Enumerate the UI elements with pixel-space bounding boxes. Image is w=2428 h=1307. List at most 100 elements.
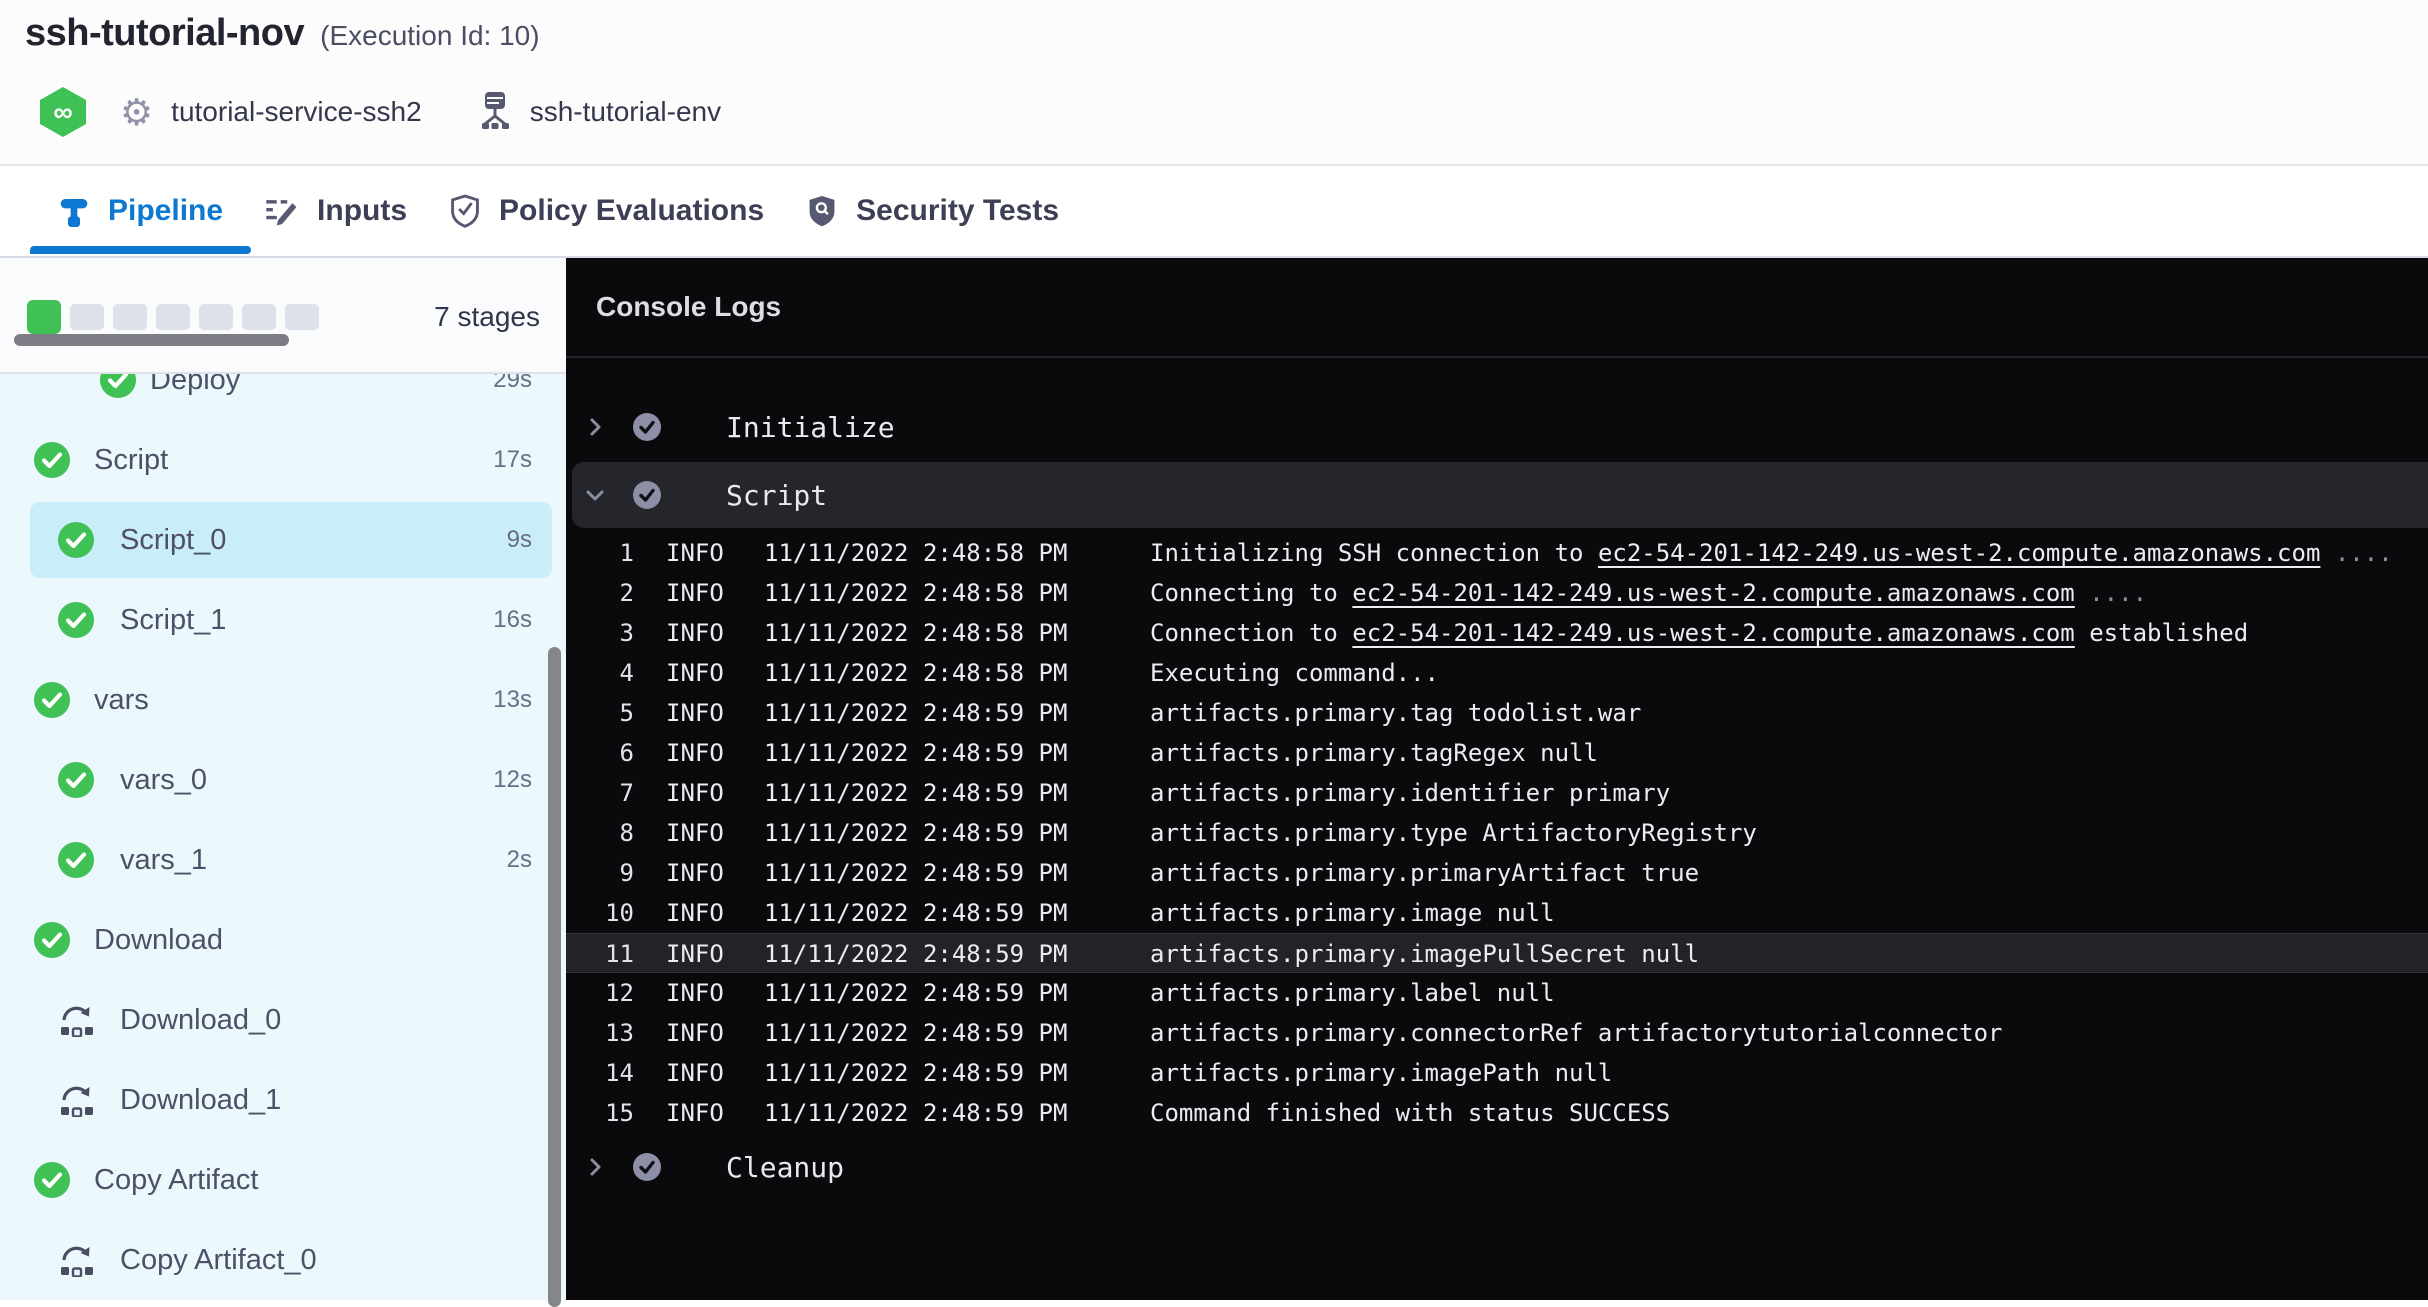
log-line: 10INFO11/11/2022 2:48:59 PMartifacts.pri… [566, 893, 2428, 933]
log-message: artifacts.primary.connectorRef artifacto… [1150, 1013, 2003, 1053]
console-section-cleanup[interactable]: Cleanup [566, 1138, 2428, 1196]
log-timestamp: 11/11/2022 2:48:59 PM [764, 693, 1067, 733]
tab-policy-evaluations[interactable]: Policy Evaluations [449, 166, 764, 256]
stage-label: Deploy [150, 372, 240, 397]
log-message: artifacts.primary.type ArtifactoryRegist… [1150, 813, 1757, 853]
stage-row-copy-artifact[interactable]: Copy Artifact [0, 1140, 566, 1220]
stages-sidebar: 7 stages Deploy29s Script17s Script_09s … [0, 258, 566, 1300]
chevron-right-icon[interactable] [584, 1156, 606, 1178]
environment-name[interactable]: ssh-tutorial-env [530, 96, 721, 128]
log-timestamp: 11/11/2022 2:48:59 PM [764, 813, 1067, 853]
stage-square-pending [156, 304, 190, 330]
stage-progress-squares [27, 300, 319, 334]
log-level: INFO [666, 1093, 724, 1133]
log-host-link[interactable]: ec2-54-201-142-249.us-west-2.compute.ama… [1352, 619, 2074, 647]
log-line: 9INFO11/11/2022 2:48:59 PMartifacts.prim… [566, 853, 2428, 893]
log-timestamp: 11/11/2022 2:48:58 PM [764, 613, 1067, 653]
log-line: 4INFO11/11/2022 2:48:58 PMExecuting comm… [566, 653, 2428, 693]
log-line-number: 8 [566, 813, 634, 853]
log-line: 3INFO11/11/2022 2:48:58 PMConnection to … [566, 613, 2428, 653]
console-title: Console Logs [596, 291, 781, 323]
inputs-icon [265, 195, 299, 227]
pipeline-icon [58, 195, 90, 227]
loop-strategy-icon [58, 1003, 96, 1037]
console-section-script[interactable]: Script [572, 462, 2428, 528]
stage-label: Copy Artifact_0 [120, 1244, 317, 1277]
service-name[interactable]: tutorial-service-ssh2 [171, 96, 422, 128]
stage-row-vars_1[interactable]: vars_12s [0, 820, 566, 900]
stage-row-download[interactable]: Download [0, 900, 566, 980]
success-check-icon [100, 372, 136, 398]
stage-row-vars_0[interactable]: vars_0 12s [0, 740, 566, 820]
log-timestamp: 11/11/2022 2:48:59 PM [764, 733, 1067, 773]
stage-row-deploy[interactable]: Deploy29s [0, 372, 566, 420]
success-check-icon [34, 682, 70, 718]
page-title: ssh-tutorial-nov [25, 12, 304, 55]
log-message: artifacts.primary.imagePullSecret null [1150, 934, 1699, 974]
console-panel: Console Logs Initialize Script Cleanup1I… [566, 258, 2428, 1300]
tab-label: Policy Evaluations [499, 194, 764, 228]
log-line-number: 10 [566, 893, 634, 933]
stage-duration: 16s [493, 606, 532, 634]
step-success-badge-icon [632, 1152, 662, 1182]
stage-row-vars[interactable]: vars13s [0, 660, 566, 740]
log-line: 2INFO11/11/2022 2:48:58 PMConnecting to … [566, 573, 2428, 613]
stage-square-done [27, 300, 61, 334]
section-label: Cleanup [726, 1151, 844, 1184]
log-level: INFO [666, 813, 724, 853]
log-timestamp: 11/11/2022 2:48:58 PM [764, 533, 1067, 573]
stage-square-pending [242, 304, 276, 330]
environment-icon [478, 90, 512, 135]
stage-square-pending [285, 304, 319, 330]
log-level: INFO [666, 853, 724, 893]
stage-duration: 9s [507, 526, 532, 554]
log-line-number: 11 [566, 934, 634, 974]
log-timestamp: 11/11/2022 2:48:58 PM [764, 653, 1067, 693]
horizontal-scrollbar[interactable] [14, 334, 289, 346]
log-level: INFO [666, 973, 724, 1013]
stage-label: Script [94, 444, 168, 477]
tab-pipeline[interactable]: Pipeline [58, 166, 223, 256]
stage-row-script_0[interactable]: Script_09s [0, 500, 566, 580]
vertical-scrollbar[interactable] [548, 647, 561, 1307]
log-host-link[interactable]: ec2-54-201-142-249.us-west-2.compute.ama… [1352, 579, 2074, 607]
log-level: INFO [666, 773, 724, 813]
stage-row-copy-artifact_0[interactable]: Copy Artifact_0 [0, 1220, 566, 1300]
log-line: 5INFO11/11/2022 2:48:59 PMartifacts.prim… [566, 693, 2428, 733]
tab-label: Security Tests [856, 194, 1059, 228]
stage-label: Download_0 [120, 1004, 281, 1037]
loop-strategy-icon [58, 1243, 96, 1277]
log-line-number: 14 [566, 1053, 634, 1093]
log-level: INFO [666, 613, 724, 653]
log-line-number: 12 [566, 973, 634, 1013]
log-level: INFO [666, 533, 724, 573]
log-level: INFO [666, 1053, 724, 1093]
stage-row-script[interactable]: Script17s [0, 420, 566, 500]
stage-square-pending [199, 304, 233, 330]
stage-label: Script_1 [120, 604, 226, 637]
stage-duration: 12s [493, 766, 532, 794]
log-timestamp: 11/11/2022 2:48:59 PM [764, 934, 1067, 974]
chevron-down-icon[interactable] [584, 484, 606, 506]
console-section-initialize[interactable]: Initialize [566, 398, 2428, 456]
log-line-number: 5 [566, 693, 634, 733]
log-level: INFO [666, 1013, 724, 1053]
log-message: artifacts.primary.image null [1150, 893, 1555, 933]
stage-row-script_1[interactable]: Script_1 16s [0, 580, 566, 660]
shield-search-icon [806, 194, 838, 228]
log-message: artifacts.primary.identifier primary [1150, 773, 1670, 813]
stage-row-download_1[interactable]: Download_1 [0, 1060, 566, 1140]
log-message: artifacts.primary.tag todolist.war [1150, 693, 1641, 733]
section-label: Initialize [726, 411, 895, 444]
chevron-right-icon[interactable] [584, 416, 606, 438]
log-host-link[interactable]: ec2-54-201-142-249.us-west-2.compute.ama… [1598, 539, 2320, 567]
tab-inputs[interactable]: Inputs [265, 166, 407, 256]
tab-security-tests[interactable]: Security Tests [806, 166, 1059, 256]
log-line: 12INFO11/11/2022 2:48:59 PMartifacts.pri… [566, 973, 2428, 1013]
log-line-number: 2 [566, 573, 634, 613]
log-message: Command finished with status SUCCESS [1150, 1093, 1670, 1133]
success-check-icon [58, 762, 94, 798]
stage-row-download_0[interactable]: Download_0 [0, 980, 566, 1060]
stage-label: vars_0 [120, 764, 207, 797]
log-level: INFO [666, 653, 724, 693]
